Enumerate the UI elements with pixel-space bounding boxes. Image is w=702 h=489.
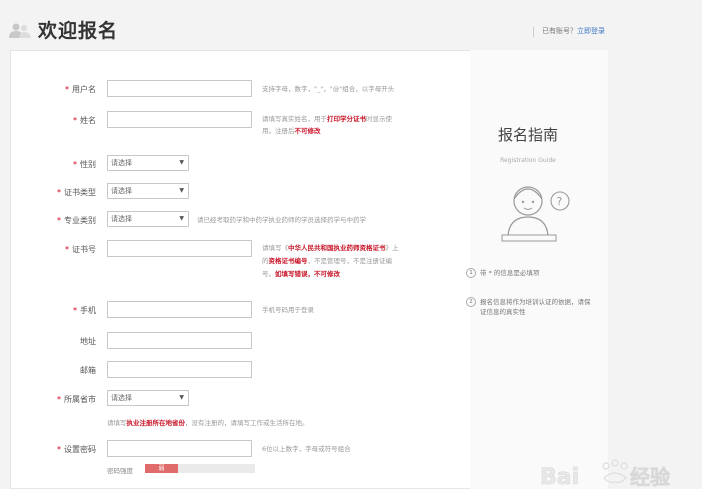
- required-mark: *: [57, 188, 61, 197]
- required-mark: *: [73, 306, 77, 315]
- svg-text:经验: 经验: [630, 465, 670, 489]
- password-strength-meter: 弱: [145, 464, 255, 473]
- email-label: 邮箱: [80, 366, 96, 375]
- has-account-text: 已有账号？: [542, 27, 577, 35]
- users-icon: [9, 23, 31, 38]
- required-mark: *: [57, 395, 61, 404]
- guide-item-text: 带 * 的信息是必填项: [480, 269, 540, 277]
- province-label: * 所属省市: [57, 395, 96, 404]
- name-input[interactable]: [107, 111, 252, 128]
- password-label: * 设置密码: [57, 445, 96, 454]
- header-divider: [533, 27, 534, 37]
- address-label: 地址: [80, 337, 96, 346]
- guide-subtitle: Registration Guide: [500, 157, 556, 164]
- cert-type-select[interactable]: 请选择 ▼: [107, 183, 189, 199]
- cert-type-label: * 证书类型: [57, 188, 96, 197]
- specialty-label: * 专业类别: [57, 216, 96, 225]
- cert-no-label: * 证书号: [65, 245, 96, 254]
- svg-text:?: ?: [557, 195, 563, 208]
- name-hint: 请填写真实姓名，用于打印学分证书时显示使 用。注册后不可修改: [262, 115, 392, 135]
- account-prompt: 已有账号？立即登录: [542, 26, 605, 36]
- address-input[interactable]: [107, 332, 252, 349]
- password-strength-fill: 弱: [145, 464, 178, 473]
- page-header: 欢迎报名 已有账号？立即登录: [0, 0, 702, 48]
- required-mark: *: [65, 85, 69, 94]
- guide-item-number: 1: [466, 268, 476, 278]
- phone-label: * 手机: [73, 306, 96, 315]
- login-link[interactable]: 立即登录: [577, 27, 605, 35]
- guide-item-number: 2: [466, 297, 476, 307]
- required-mark: *: [65, 245, 69, 254]
- name-label: * 姓名: [73, 116, 96, 125]
- password-strength-label: 密码强度: [107, 467, 133, 475]
- gender-label: * 性别: [73, 160, 96, 169]
- dropdown-arrow-icon: ▼: [179, 159, 184, 166]
- required-mark: *: [57, 216, 61, 225]
- dropdown-arrow-icon: ▼: [179, 215, 184, 222]
- dropdown-arrow-icon: ▼: [179, 394, 184, 401]
- guide-item-text: 报名信息将作为培训认证的依据，请保证信息的真实性: [480, 298, 591, 316]
- specialty-select[interactable]: 请选择 ▼: [107, 211, 189, 227]
- dropdown-arrow-icon: ▼: [179, 187, 184, 194]
- password-input[interactable]: [107, 440, 252, 457]
- gender-select[interactable]: 请选择 ▼: [107, 155, 189, 171]
- svg-text:Bai: Bai: [540, 465, 579, 489]
- phone-input[interactable]: [107, 301, 252, 318]
- page-title: 欢迎报名: [38, 20, 119, 42]
- username-input[interactable]: [107, 80, 252, 97]
- province-select[interactable]: 请选择 ▼: [107, 390, 189, 406]
- specialty-hint: 请已经考取药学和中药学执业药师的学员选择药学与中药学: [197, 216, 366, 224]
- support-agent-icon: ?: [501, 186, 570, 242]
- required-mark: *: [73, 160, 77, 169]
- province-hint: 请填写执业注册所在地省份，没有注册的，请填写工作或生活所在地。: [107, 419, 309, 427]
- phone-hint: 手机号码用于登录: [262, 306, 314, 314]
- cert-no-input[interactable]: [107, 240, 252, 257]
- email-input[interactable]: [107, 361, 252, 378]
- required-mark: *: [57, 445, 61, 454]
- required-mark: *: [73, 116, 77, 125]
- username-label: * 用户名: [65, 85, 96, 94]
- guide-title: 报名指南: [497, 126, 558, 144]
- username-hint: 支持字母，数字，"_"，"@"组合，以字母开头: [262, 85, 395, 93]
- password-hint: 6位以上数字，字母或符号组合: [262, 445, 351, 453]
- cert-no-hint: 请填写《中华人民共和国执业药师资格证书》上 的资格证书编号，不是管理号，不是注册证…: [262, 244, 399, 278]
- password-strength-value: 弱: [158, 465, 165, 472]
- baidu-watermark-logo: Bai 经验: [540, 459, 670, 489]
